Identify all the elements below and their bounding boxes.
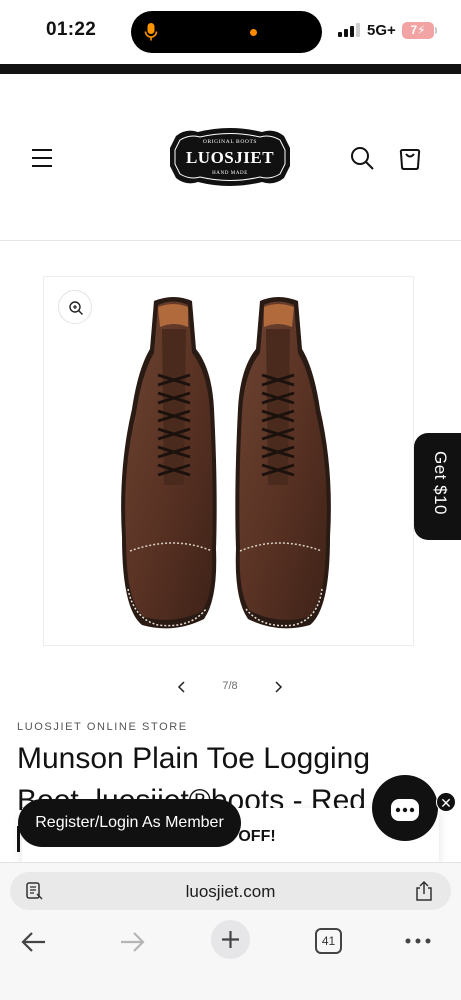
new-tab-button[interactable] bbox=[211, 920, 250, 959]
image-counter: 7/8 bbox=[222, 680, 238, 692]
microphone-icon bbox=[144, 23, 158, 41]
product-image-boots bbox=[121, 297, 331, 629]
more-options-icon[interactable] bbox=[405, 938, 431, 944]
product-media-gallery[interactable] bbox=[43, 276, 414, 646]
chat-icon bbox=[391, 799, 419, 821]
recording-dot bbox=[250, 29, 257, 36]
tab-switcher-button[interactable]: 41 bbox=[315, 928, 342, 954]
charging-bolt: ⚡ bbox=[417, 23, 426, 37]
right-boot bbox=[235, 297, 331, 629]
svg-text:ORIGINAL BOOTS: ORIGINAL BOOTS bbox=[203, 139, 257, 145]
battery-tip bbox=[435, 27, 437, 34]
chevron-right-icon[interactable] bbox=[270, 679, 286, 695]
url-text[interactable]: luosjiet.com bbox=[10, 882, 451, 902]
chat-dots-icon bbox=[395, 807, 415, 813]
hamburger-menu-icon[interactable] bbox=[28, 144, 56, 172]
plus-icon bbox=[222, 931, 239, 948]
svg-text:HAND MADE: HAND MADE bbox=[212, 171, 248, 176]
zoom-in-icon bbox=[69, 301, 83, 315]
status-time: 01:22 bbox=[46, 19, 97, 40]
zoom-button[interactable] bbox=[58, 290, 92, 324]
get-10-promo-tab[interactable]: Get $10 bbox=[414, 433, 461, 540]
chevron-left-icon[interactable] bbox=[174, 679, 190, 695]
search-icon[interactable] bbox=[348, 144, 376, 172]
address-bar[interactable]: luosjiet.com bbox=[10, 872, 451, 910]
battery-icon: 7⚡ bbox=[402, 22, 434, 39]
luosjiet-logo[interactable]: ORIGINAL BOOTS LUOSJIET HAND MADE bbox=[166, 126, 294, 188]
product-vendor: LUOSJIET ONLINE STORE bbox=[17, 721, 188, 733]
browser-toolbar: luosjiet.com 41 bbox=[0, 862, 461, 1000]
page: 01:22 5G+ 7⚡ ORIGINAL BOOTS LUOSJIET HAN… bbox=[0, 0, 461, 1000]
back-arrow-icon[interactable] bbox=[20, 929, 48, 955]
signal-icon bbox=[338, 23, 360, 37]
product-title: Munson Plain Toe Logging bbox=[17, 742, 371, 775]
chat-button[interactable] bbox=[372, 775, 438, 841]
status-bar: 01:22 5G+ 7⚡ bbox=[0, 0, 461, 62]
network-label: 5G+ bbox=[367, 22, 396, 39]
image-slider-controls: 7/8 bbox=[166, 672, 296, 702]
left-boot bbox=[121, 297, 217, 629]
register-login-button[interactable]: Register/Login As Member bbox=[18, 799, 241, 847]
share-icon[interactable] bbox=[415, 880, 433, 902]
announcement-bar bbox=[0, 64, 461, 74]
svg-text:LUOSJIET: LUOSJIET bbox=[186, 148, 274, 167]
promo-tab-label: Get $10 bbox=[431, 451, 450, 515]
dynamic-island bbox=[131, 11, 322, 53]
forward-arrow-icon[interactable] bbox=[118, 929, 146, 955]
site-header: ORIGINAL BOOTS LUOSJIET HAND MADE bbox=[0, 74, 461, 241]
close-icon[interactable]: ✕ bbox=[436, 792, 456, 812]
cart-icon[interactable] bbox=[396, 144, 424, 172]
